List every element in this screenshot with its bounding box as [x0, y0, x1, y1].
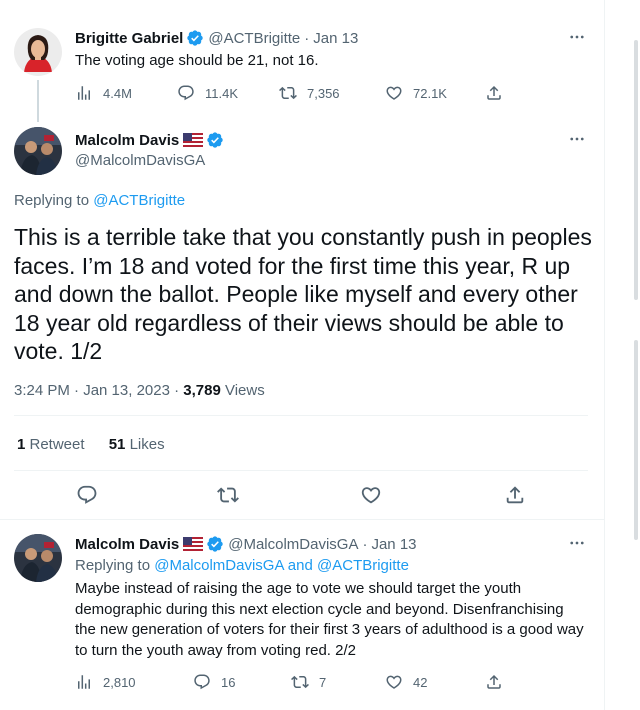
divider [14, 470, 588, 471]
views-icon [78, 86, 90, 100]
views-icon [78, 675, 90, 689]
main-header: Malcolm Davis [75, 131, 224, 149]
tweet-time[interactable]: Jan 13 [371, 536, 416, 553]
retweet-icon [279, 86, 297, 100]
timestamp-text[interactable]: 3:24 PM · Jan 13, 2023 · [14, 382, 183, 399]
views-count: 4.4M [103, 85, 132, 101]
reply-icon [77, 485, 97, 504]
share-icon [487, 674, 501, 689]
share-button[interactable] [485, 673, 503, 691]
author-name[interactable]: Brigitte Gabriel [75, 30, 183, 47]
verified-badge-icon [187, 30, 204, 46]
main-tweet-text: This is a terrible take that you constan… [14, 224, 592, 364]
author-handle[interactable]: @MalcolmDavisGA [75, 152, 205, 169]
verified-badge-icon [207, 132, 223, 148]
views-count: 2,810 [103, 674, 136, 690]
tweet1-actions: 4.4M 11.4K 7,356 72.1K [75, 84, 505, 104]
avatar-malcolm[interactable] [14, 127, 62, 175]
reply-count: 11.4K [205, 85, 239, 101]
like-button[interactable] [360, 484, 382, 506]
likes-stat[interactable]: 51 Likes [109, 436, 165, 453]
replying-to: Replying to @ACTBrigitte [14, 192, 185, 209]
retweet-icon [217, 487, 239, 503]
retweet-button[interactable] [217, 484, 239, 506]
more-icon[interactable] [566, 128, 588, 150]
more-icon[interactable] [566, 532, 588, 554]
like-icon [386, 86, 402, 100]
reply-button[interactable]: 11.4K [177, 84, 238, 102]
author-handle[interactable]: @ACTBrigitte [208, 30, 300, 47]
main-actions [76, 484, 536, 508]
tweet3-header: Malcolm Davis @MalcolmDavisGA · Jan 13 [75, 535, 417, 553]
retweet-button[interactable]: 7,356 [279, 84, 340, 102]
avatar-brigitte[interactable] [14, 28, 62, 76]
reply-icon [178, 85, 194, 101]
share-button[interactable] [485, 84, 503, 102]
author-name[interactable]: Malcolm Davis [75, 132, 179, 149]
like-count: 72.1K [413, 85, 447, 101]
verified-badge-icon [207, 536, 223, 552]
tweet-text: The voting age should be 21, not 16. [75, 52, 319, 69]
retweet-icon [291, 675, 309, 689]
scrollbar-thumb[interactable] [634, 340, 638, 540]
separator-dot: · [304, 29, 310, 47]
like-icon [361, 487, 381, 504]
us-flag-icon [183, 133, 204, 147]
thread-connector [37, 80, 39, 122]
retweet-button[interactable]: 7 [291, 673, 326, 691]
views-button[interactable]: 4.4M [75, 84, 132, 102]
reply-button[interactable] [76, 484, 98, 506]
divider [0, 519, 604, 520]
timeline-border [604, 0, 605, 710]
avatar-malcolm[interactable] [14, 534, 62, 582]
engagement-stats: 1 Retweet 51 Likes [17, 436, 165, 453]
scrollbar-track[interactable] [634, 40, 638, 300]
like-button[interactable]: 72.1K [385, 84, 447, 102]
tweet3-actions: 2,810 16 7 42 [75, 673, 505, 693]
retweet-count: 7,356 [307, 85, 340, 101]
views-label: Views [220, 382, 265, 399]
share-button[interactable] [504, 484, 526, 506]
author-name[interactable]: Malcolm Davis [75, 536, 179, 553]
retweet-count: 7 [319, 674, 327, 690]
share-icon [487, 85, 501, 100]
divider [14, 415, 588, 416]
reply-button[interactable]: 16 [193, 673, 235, 691]
share-icon [506, 486, 524, 504]
replying-prefix: Replying to [75, 557, 155, 574]
views-count: 3,789 [183, 382, 221, 399]
more-icon[interactable] [566, 26, 588, 48]
tweet-timestamp: 3:24 PM · Jan 13, 2023 · 3,789 Views [14, 382, 265, 399]
like-count: 42 [413, 674, 428, 690]
tweet-text: Maybe instead of raising the age to vote… [75, 580, 584, 659]
reply-icon [194, 674, 210, 690]
replying-to: Replying to @MalcolmDavisGA and @ACTBrig… [75, 557, 409, 574]
separator-dot: · [362, 535, 368, 553]
replying-prefix: Replying to [14, 192, 94, 209]
tweet-time[interactable]: Jan 13 [313, 30, 358, 47]
replying-handles-link[interactable]: @MalcolmDavisGA and @ACTBrigitte [154, 557, 409, 574]
views-button[interactable]: 2,810 [75, 673, 136, 691]
replying-handle-link[interactable]: @ACTBrigitte [93, 192, 185, 209]
us-flag-icon [183, 537, 204, 551]
author-handle[interactable]: @MalcolmDavisGA [228, 536, 358, 553]
like-button[interactable]: 42 [385, 673, 427, 691]
tweet1-header: Brigitte Gabriel @ACTBrigitte · Jan 13 [75, 29, 358, 47]
like-icon [386, 675, 402, 689]
retweets-stat[interactable]: 1 Retweet [17, 436, 85, 453]
reply-count: 16 [221, 674, 236, 690]
